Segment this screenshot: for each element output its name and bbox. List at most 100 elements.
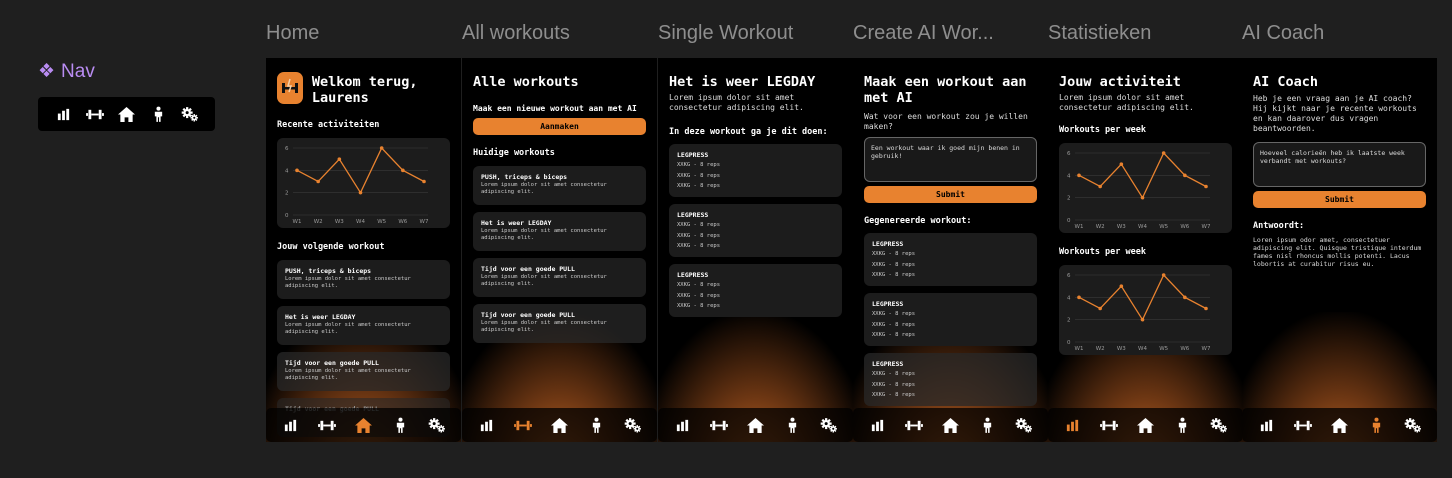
person-icon[interactable] — [1364, 414, 1388, 436]
data-point — [358, 190, 363, 195]
workout-card[interactable]: Tijd voor een goede PULL Lorem ipsum dol… — [277, 352, 450, 391]
exercise-card[interactable]: LEGPRESS XXKG - 8 reps XXKG - 8 reps XXK… — [864, 293, 1037, 346]
workout-card[interactable]: PUSH, triceps & biceps Lorem ipsum dolor… — [277, 260, 450, 299]
dumbbell-icon[interactable] — [315, 414, 339, 436]
dumbbell-icon[interactable] — [707, 414, 731, 436]
person-icon[interactable] — [780, 414, 804, 436]
data-point — [422, 179, 426, 184]
workout-card-title: PUSH, triceps & biceps — [285, 267, 372, 275]
workout-description: Lorem ipsum dolor sit amet consectetur a… — [669, 93, 804, 112]
data-point — [1077, 295, 1081, 300]
exercise-card[interactable]: LEGPRESS XXKG - 8 reps XXKG - 8 reps XXK… — [669, 144, 842, 197]
dumbbell-icon[interactable] — [83, 103, 107, 125]
dumbbell-icon[interactable] — [1291, 414, 1315, 436]
person-icon[interactable] — [975, 414, 999, 436]
y-tick-label: 6 — [1067, 273, 1071, 279]
exercise-title: LEGPRESS — [872, 360, 904, 368]
app-logo-icon — [277, 72, 303, 104]
welcome-heading: Welkom terug, Laurens — [311, 74, 418, 106]
exercise-card[interactable]: LEGPRESS XXKG - 8 reps XXKG - 8 reps XXK… — [864, 233, 1037, 286]
page-title: Het is weer LEGDAY — [669, 74, 816, 90]
single-workout-screen: Het is weer LEGDAY Lorem ipsum dolor sit… — [658, 58, 853, 442]
workouts-line-chart: 0 2 4 6 W1 W2 W3 W4 W5 W6 W7 — [1067, 151, 1211, 230]
x-tick-label: W1 — [293, 219, 302, 225]
data-point — [1161, 151, 1166, 155]
exercise-card[interactable]: LEGPRESS XXKG - 8 reps XXKG - 8 reps XXK… — [864, 353, 1037, 406]
coach-question-input[interactable]: Hoeveel calorieën heb ik laatste week ve… — [1253, 142, 1426, 187]
home-icon[interactable] — [939, 414, 963, 436]
x-tick-label: W2 — [314, 219, 323, 225]
person-icon[interactable] — [146, 103, 170, 125]
component-diamond-icon: ❖ — [38, 61, 56, 82]
settings-icon[interactable] — [178, 103, 202, 125]
person-icon[interactable] — [584, 414, 608, 436]
chart-icon[interactable] — [866, 414, 890, 436]
y-tick-label: 4 — [1067, 295, 1071, 301]
home-icon[interactable] — [352, 414, 376, 436]
exercises-heading: In deze workout ga je dit doen: — [669, 127, 828, 137]
settings-icon[interactable] — [621, 414, 645, 436]
chart-icon[interactable] — [671, 414, 695, 436]
workouts-line-chart: 0 2 4 6 W1 W2 W3 W4 W5 W6 W7 — [1067, 273, 1211, 352]
data-point — [1119, 284, 1124, 288]
frame-title-single-workout: Single Workout — [658, 22, 794, 44]
home-icon[interactable] — [744, 414, 768, 436]
workout-card[interactable]: Tijd voor een goede PULL Lorem ipsum dol… — [473, 304, 646, 343]
recent-activity-heading: Recente activiteiten — [277, 120, 380, 130]
y-tick-label: 2 — [1067, 196, 1071, 202]
create-workout-button[interactable]: Aanmaken — [473, 118, 646, 135]
workout-card[interactable]: Tijd voor een goede PULL Lorem ipsum dol… — [473, 258, 646, 297]
workout-prompt-input[interactable]: Een workout waar ik goed mijn benen in g… — [864, 137, 1037, 182]
submit-button[interactable]: Submit — [1253, 191, 1426, 208]
home-icon[interactable] — [1328, 414, 1352, 436]
home-screen: Welkom terug, Laurens Recente activiteit… — [266, 58, 461, 442]
dumbbell-icon[interactable] — [1097, 414, 1121, 436]
data-point — [401, 168, 405, 173]
answer-heading: Antwoordt: — [1253, 221, 1305, 231]
frame-title-ai-coach: AI Coach — [1242, 22, 1325, 44]
chart-icon[interactable] — [475, 414, 499, 436]
exercise-title: LEGPRESS — [677, 211, 709, 219]
workout-card[interactable]: Het is weer LEGDAY Lorem ipsum dolor sit… — [473, 212, 646, 251]
x-tick-label: W4 — [1138, 224, 1147, 230]
exercise-set: XXKG - 8 reps — [872, 371, 916, 377]
settings-icon[interactable] — [1012, 414, 1036, 436]
page-title: AI Coach — [1253, 74, 1319, 90]
submit-button[interactable]: Submit — [864, 186, 1037, 203]
chart-icon[interactable] — [1255, 414, 1279, 436]
y-tick-label: 6 — [1067, 151, 1071, 157]
exercise-set: XXKG - 8 reps — [872, 392, 916, 398]
chart-icon[interactable] — [279, 414, 303, 436]
home-icon[interactable] — [548, 414, 572, 436]
workouts-chart-card: 0 2 4 6 W1 W2 W3 W4 W5 W6 W7 — [1059, 143, 1232, 233]
person-icon[interactable] — [388, 414, 412, 436]
exercise-card[interactable]: LEGPRESS XXKG - 8 reps XXKG - 8 reps XXK… — [669, 204, 842, 257]
settings-icon[interactable] — [1207, 414, 1231, 436]
home-icon[interactable] — [1134, 414, 1158, 436]
workout-card-title: PUSH, triceps & biceps — [481, 173, 568, 181]
data-point — [1204, 306, 1208, 311]
dumbbell-icon[interactable] — [511, 414, 535, 436]
x-tick-label: W3 — [1117, 346, 1126, 352]
x-tick-label: W6 — [398, 219, 407, 225]
settings-icon[interactable] — [1401, 414, 1425, 436]
workout-card-title: Tijd voor een goede PULL — [481, 311, 575, 319]
person-icon[interactable] — [1170, 414, 1194, 436]
workout-card[interactable]: Het is weer LEGDAY Lorem ipsum dolor sit… — [277, 306, 450, 345]
exercise-card[interactable]: LEGPRESS XXKG - 8 reps XXKG - 8 reps XXK… — [669, 264, 842, 317]
data-point — [295, 168, 299, 173]
settings-icon[interactable] — [425, 414, 449, 436]
settings-icon[interactable] — [817, 414, 841, 436]
dumbbell-icon[interactable] — [902, 414, 926, 436]
home-icon[interactable] — [115, 103, 139, 125]
data-point — [1098, 184, 1102, 189]
exercise-set: XXKG - 8 reps — [677, 183, 721, 189]
frame-title-home: Home — [266, 22, 320, 44]
exercise-set: XXKG - 8 reps — [872, 321, 916, 328]
coach-description: Heb je een vraag aan je AI coach? Hij ki… — [1253, 94, 1417, 133]
exercise-title: LEGPRESS — [872, 300, 904, 308]
bottom-nav — [658, 408, 853, 442]
chart-icon[interactable] — [1061, 414, 1085, 436]
workout-card[interactable]: PUSH, triceps & biceps Lorem ipsum dolor… — [473, 166, 646, 205]
chart-icon[interactable] — [52, 103, 76, 125]
